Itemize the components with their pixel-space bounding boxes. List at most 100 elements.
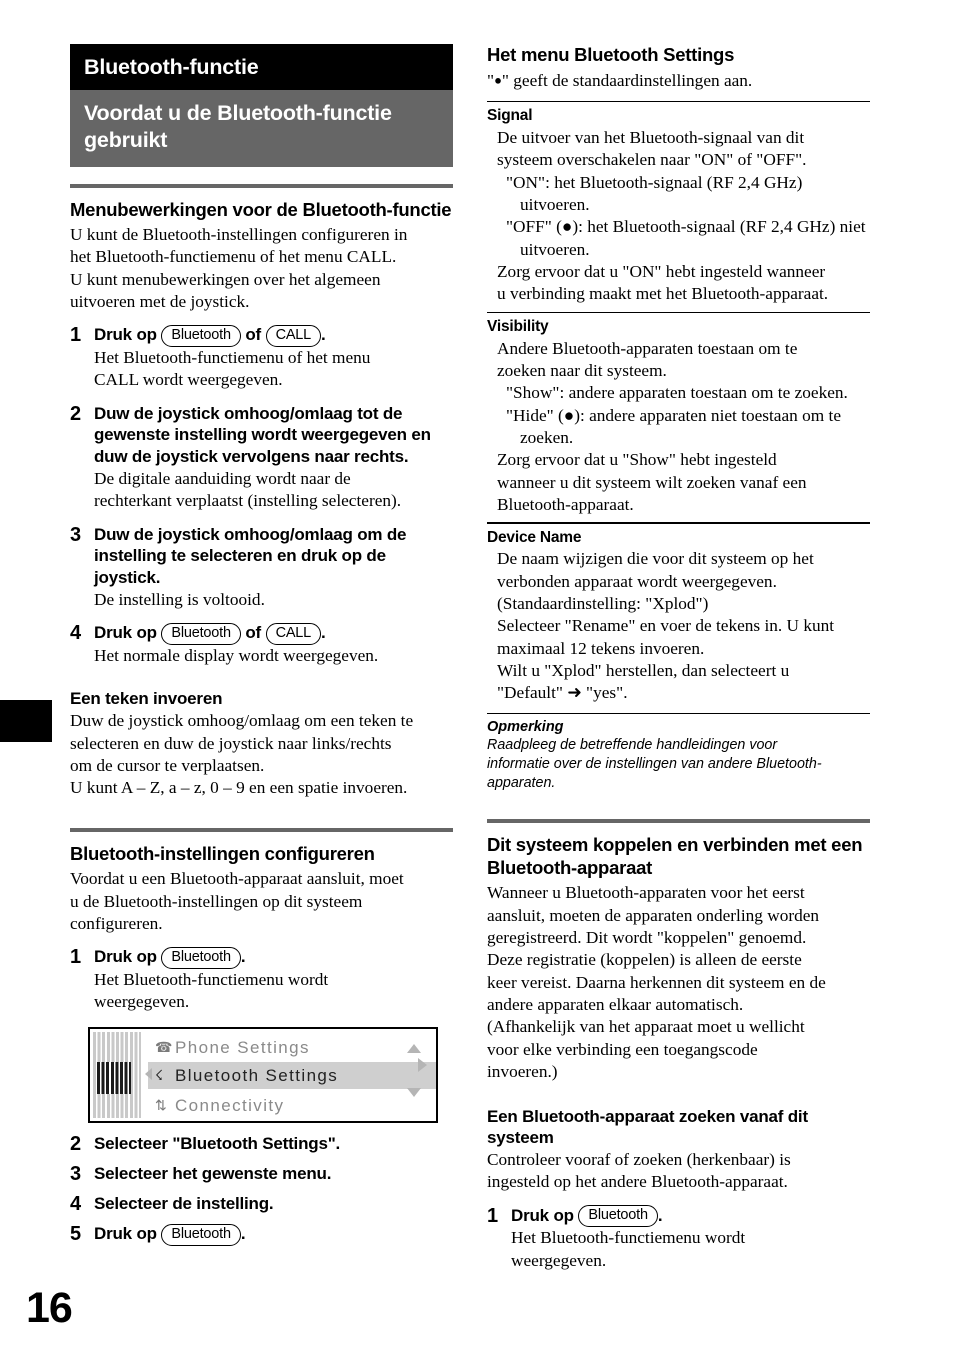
configure-intro-line-3: configureren. [70,913,163,933]
step-item: 1 Druk op Bluetooth. Het Bluetooth-funct… [70,946,453,1013]
step-content: Selecteer "Bluetooth Settings". [94,1133,453,1156]
page-edge-tab-marker [0,700,52,742]
legend-quote-open: " [487,70,495,90]
search-line: ingesteld op het andere Bluetooth-appara… [487,1172,788,1192]
step-title: Druk op Bluetooth. [94,946,453,969]
chevron-right-icon [418,1058,427,1073]
step-description-line-1: Het Bluetooth-functiemenu of het menu [94,348,371,368]
step-number: 1 [487,1204,499,1227]
connectivity-icon: ⇅ [155,1097,169,1114]
step-description-line-1: De digitale aanduiding wordt naar de [94,468,351,488]
step-content: Selecteer de instelling. [94,1193,453,1216]
button-reference-bluetooth[interactable]: Bluetooth [161,622,241,645]
lcd-menu-item-connectivity: ⇅ Connectivity [155,1092,427,1119]
setting-option: "OFF" (●): het Bluetooth-signaal (RF 2,4… [506,217,866,259]
setting-option: "Hide" (●): andere apparaten niet toesta… [506,405,841,447]
setting-line: De naam wijzigen die voor dit systeem op… [497,549,814,569]
pairing-line: Wanneer u Bluetooth-apparaten voor het e… [487,883,805,903]
setting-line: Andere Bluetooth-apparaten toestaan om t… [497,338,798,358]
step-number: 4 [70,1193,82,1216]
pairing-line: (Afhankelijk van het apparaat moet u wel… [487,1017,805,1037]
legend-text: " geeft de standaardinstellingen aan. [501,70,753,90]
step-description-line-2: rechterkant verplaatst (instelling selec… [94,491,402,511]
step-description-line-1: De instelling is voltooid. [94,589,265,609]
step-description-line-1: Het Bluetooth-functiemenu wordt [94,969,329,989]
setting-body-visibility: Andere Bluetooth-apparaten toestaan om t… [487,338,870,517]
setting-line: Selecteer "Rename" en voer de tekens in.… [497,616,835,636]
step-conjunction: of [245,325,262,345]
step-number: 4 [70,622,82,645]
setting-line: verbonden apparaat wordt weergegeven. [497,571,777,591]
setting-option: "Show": andere apparaten toestaan om te … [506,383,848,403]
settings-divider [487,100,870,103]
step-number: 1 [70,324,82,347]
chapter-banner-subtitle: Voordat u de Bluetooth-functie gebruikt [70,90,453,167]
page-number: 16 [26,1284,73,1332]
note-line-2: informatie over de instellingen van ande… [487,756,822,773]
setting-name-visibility: Visibility [487,318,549,336]
setting-name-device-name: Device Name [487,528,582,546]
step-item: 5 Druk op Bluetooth. [70,1223,453,1247]
button-reference-call[interactable]: CALL [265,622,322,645]
menu-ops-intro-line-1: U kunt de Bluetooth-instellingen configu… [70,225,408,245]
bluetooth-icon: ☇ [155,1067,165,1084]
setting-line: Wilt u "Xplod" herstellen, dan selecteer… [497,661,790,680]
step-number: 5 [70,1223,82,1246]
setting-note-line: Bluetooth-apparaat. [497,494,634,514]
chevron-left-icon [145,1068,152,1081]
lcd-menu-label: Connectivity [175,1095,285,1115]
step-item: 4 Selecteer de instelling. [70,1193,453,1216]
note-heading: Opmerking [487,719,564,736]
button-reference-bluetooth[interactable]: Bluetooth [161,324,241,348]
step-title-text: Druk op [94,1224,157,1244]
setting-option: "ON": het Bluetooth-signaal (RF 2,4 GHz)… [506,172,803,214]
configure-remaining-steps: 2 Selecteer "Bluetooth Settings". 3 Sele… [70,1133,453,1247]
step-title: Duw de joystick omhoog/omlaag om de inst… [94,524,407,588]
step-title-text: Druk op [511,1205,574,1225]
button-reference-bluetooth[interactable]: Bluetooth [578,1205,658,1228]
step-description-line-2: CALL wordt weergegeven. [94,370,283,390]
menu-ops-intro-line-2: het Bluetooth-functiemenu of het menu CA… [70,247,397,267]
step-title-text: Druk op [94,947,157,967]
setting-body-device-name: De naam wijzigen die voor dit systeem op… [487,548,870,704]
step-number: 2 [70,1133,82,1156]
chevron-down-icon [407,1088,421,1098]
menu-ops-intro-line-4: uitvoeren met de joystick. [70,292,250,312]
pairing-line: geregistreerd. Dit wordt "koppelen" geno… [487,927,807,947]
character-entry-line-3: om de cursor te verplaatsen. [70,756,265,776]
lcd-menu-item-phone-settings: ☎ Phone Settings [155,1034,427,1061]
settings-divider [487,311,870,314]
lcd-screen: ☎ Phone Settings ☇ Bluetooth Settings ⇅ … [93,1032,436,1119]
step-title: Druk op Bluetooth of CALL. [94,324,453,348]
button-reference-call[interactable]: CALL [265,324,322,348]
step-title: Selecteer "Bluetooth Settings". [94,1134,341,1154]
pairing-line: Deze registratie (koppelen) is alleen de… [487,950,802,970]
setting-note-line: wanneer u dit systeem wilt zoeken vanaf … [497,472,807,492]
left-column: Bluetooth-functie Voordat u de Bluetooth… [70,44,453,1247]
step-title-suffix: . [657,1205,663,1225]
step-content: Selecteer het gewenste menu. [94,1163,453,1186]
configure-intro-line-2: u de Bluetooth-instellingen op dit syste… [70,891,363,911]
pairing-line: aansluit, moeten de apparaten onderling … [487,905,820,925]
character-entry-line-2: selecteren en duw de joystick naar links… [70,733,392,753]
setting-line: zoeken naar dit systeem. [497,361,667,381]
pairing-line: keer vereist. Daarna herkennen dit syste… [487,972,826,992]
step-number: 3 [70,1163,82,1186]
step-title: Selecteer het gewenste menu. [94,1164,332,1184]
step-title-suffix: . [240,1224,246,1244]
step-item: 3 Duw de joystick omhoog/omlaag om de in… [70,524,453,612]
button-reference-bluetooth[interactable]: Bluetooth [161,1223,241,1247]
step-item: 2 Selecteer "Bluetooth Settings". [70,1133,453,1156]
step-description-line-1: Het normale display wordt weergegeven. [94,645,379,665]
step-title: Druk op Bluetooth. [511,1205,870,1228]
menu-ops-intro-line-3: U kunt menubewerkingen over het algemeen [70,269,381,289]
button-reference-bluetooth[interactable]: Bluetooth [161,946,241,969]
step-title-suffix: . [321,623,326,643]
step-title: Duw de joystick omhoog/omlaag tot de gew… [94,403,431,467]
step-description-line-2: weergegeven. [511,1250,607,1270]
step-item: 3 Selecteer het gewenste menu. [70,1163,453,1186]
setting-line: "Default" ➜ "yes". [497,683,628,703]
step-content: Duw de joystick omhoog/omlaag om de inst… [94,524,453,612]
step-number: 3 [70,523,82,546]
configure-intro-line-1: Voordat u een Bluetooth-apparaat aanslui… [70,869,404,889]
